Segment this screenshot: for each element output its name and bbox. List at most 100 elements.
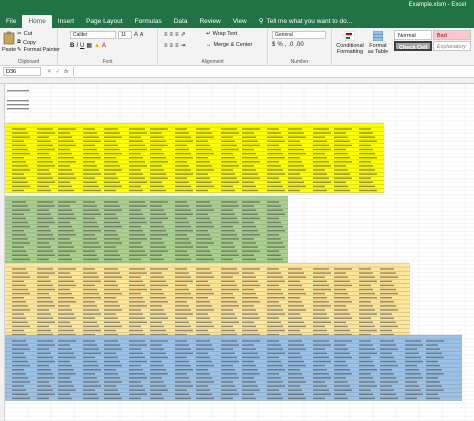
- cell-value-mark: [288, 148, 304, 151]
- cell-value-mark: [242, 157, 258, 159]
- increase-decimal-icon[interactable]: .0: [288, 42, 293, 48]
- cell-value-mark: [83, 313, 101, 315]
- tab-home[interactable]: Home: [22, 15, 52, 28]
- indent-icon[interactable]: ⇥: [181, 42, 186, 49]
- cell-value-mark: [58, 132, 70, 134]
- decrease-decimal-icon[interactable]: .00: [295, 42, 303, 48]
- currency-icon[interactable]: $: [272, 42, 275, 48]
- tab-page-layout[interactable]: Page Layout: [80, 15, 129, 28]
- merge-center-button[interactable]: ↔ Merge & Center: [206, 42, 252, 48]
- italic-icon[interactable]: I: [76, 43, 78, 49]
- cell-value-mark: [12, 397, 30, 400]
- cell-value-mark: [58, 173, 74, 175]
- enter-icon[interactable]: ✓: [56, 69, 61, 75]
- cell-value-mark: [221, 329, 235, 332]
- cell-value-mark: [221, 352, 235, 354]
- tab-data[interactable]: Data: [168, 15, 194, 28]
- cell-value-mark: [150, 373, 168, 375]
- tab-insert[interactable]: Insert: [52, 15, 80, 28]
- cut-button[interactable]: ✂ Cut: [17, 31, 32, 37]
- cell-value-mark: [196, 250, 210, 252]
- cell-value-mark: [83, 189, 101, 192]
- copy-button[interactable]: ⧉ Copy: [17, 39, 36, 46]
- align-middle-icon[interactable]: ≡: [170, 32, 174, 38]
- cell-value-mark: [37, 297, 51, 299]
- font-color-icon[interactable]: A: [102, 43, 106, 49]
- cell-value-mark: [380, 369, 392, 371]
- cell-value-mark: [58, 128, 76, 130]
- wrap-text-button[interactable]: ↵ Wrap Text: [206, 31, 237, 37]
- shrink-font-icon[interactable]: A: [140, 32, 143, 38]
- align-top-icon[interactable]: ≡: [164, 32, 168, 38]
- cell-value-mark: [83, 288, 97, 291]
- cell-value-mark: [129, 292, 141, 295]
- cell-value-mark: [242, 301, 260, 303]
- tab-review[interactable]: Review: [193, 15, 226, 28]
- conditional-formatting-button[interactable]: Conditional Formatting: [336, 31, 364, 55]
- cell-value-mark: [175, 317, 187, 319]
- formula-input[interactable]: [72, 67, 472, 76]
- paste-button[interactable]: Paste: [2, 31, 16, 53]
- comma-icon[interactable]: ,: [285, 42, 287, 48]
- align-left-icon[interactable]: ≡: [164, 43, 168, 49]
- clipboard-group: Paste ✂ Cut ⧉ Copy ✎ Format Painter Clip…: [0, 28, 60, 66]
- cell-value-mark: [334, 397, 348, 400]
- font-name-select[interactable]: Calibri: [70, 31, 116, 39]
- percent-icon[interactable]: %: [277, 42, 282, 48]
- cell-value-mark: [313, 157, 327, 159]
- underline-icon[interactable]: U: [80, 43, 84, 49]
- tab-file[interactable]: File: [0, 15, 22, 28]
- tab-view[interactable]: View: [227, 15, 253, 28]
- cell-value-mark: [104, 185, 122, 188]
- style-check-cell[interactable]: Check Cell: [394, 41, 432, 51]
- cell-value-mark: [313, 340, 329, 342]
- name-box[interactable]: D36: [3, 67, 41, 76]
- style-explanatory[interactable]: Explanatory: [433, 41, 471, 51]
- cell-value-mark: [58, 213, 74, 215]
- cell-value-mark: [313, 148, 331, 151]
- cell-value-mark: [426, 389, 444, 391]
- align-center-icon[interactable]: ≡: [170, 43, 174, 49]
- cell-value-mark: [12, 181, 28, 183]
- cell-value-mark: [104, 161, 118, 163]
- fx-label[interactable]: fx: [64, 69, 68, 75]
- cell-value-mark: [221, 169, 233, 171]
- tell-me-box[interactable]: ⚲ Tell me what you want to do...: [253, 15, 358, 28]
- worksheet-grid[interactable]: [0, 84, 474, 421]
- cell-value-mark: [12, 169, 30, 171]
- fill-color-icon[interactable]: ▲: [94, 43, 100, 49]
- cell-value-mark: [242, 352, 258, 354]
- bold-icon[interactable]: B: [70, 43, 74, 49]
- cell-value-mark: [242, 305, 254, 307]
- tell-me-text: Tell me what you want to do...: [266, 18, 353, 25]
- orientation-icon[interactable]: ⇗: [181, 31, 186, 38]
- cell-value-mark: [426, 373, 444, 375]
- cell-value-mark: [150, 369, 166, 371]
- borders-icon[interactable]: ▦: [86, 42, 92, 49]
- number-format-select[interactable]: General: [272, 31, 326, 39]
- cell-value-mark: [104, 254, 120, 256]
- cell-value-mark: [242, 132, 254, 134]
- style-bad[interactable]: Bad: [433, 30, 471, 40]
- cell-value-mark: [221, 284, 237, 287]
- tab-formulas[interactable]: Formulas: [129, 15, 168, 28]
- cancel-icon[interactable]: ✕: [47, 69, 52, 75]
- cell-value-mark: [267, 177, 279, 179]
- font-size-select[interactable]: 11: [118, 31, 132, 39]
- cell-value-mark: [12, 136, 30, 138]
- paste-icon: [3, 31, 15, 45]
- cell-value-mark: [196, 157, 208, 159]
- cell-value-mark: [380, 344, 396, 346]
- cell-value-mark: [313, 397, 325, 400]
- styles-group: Conditional Formatting Format as Table N…: [332, 28, 474, 66]
- cell-value-mark: [129, 238, 147, 240]
- grow-font-icon[interactable]: A: [134, 32, 138, 38]
- cell-value-mark: [129, 284, 145, 287]
- align-bottom-icon[interactable]: ≡: [175, 32, 179, 38]
- format-painter-button[interactable]: ✎ Format Painter: [17, 47, 60, 53]
- align-right-icon[interactable]: ≡: [175, 43, 179, 49]
- cell-value-mark: [129, 389, 145, 391]
- cell-value-mark: [175, 152, 191, 155]
- style-normal[interactable]: Normal: [394, 30, 432, 40]
- format-as-table-button[interactable]: Format as Table: [366, 31, 390, 55]
